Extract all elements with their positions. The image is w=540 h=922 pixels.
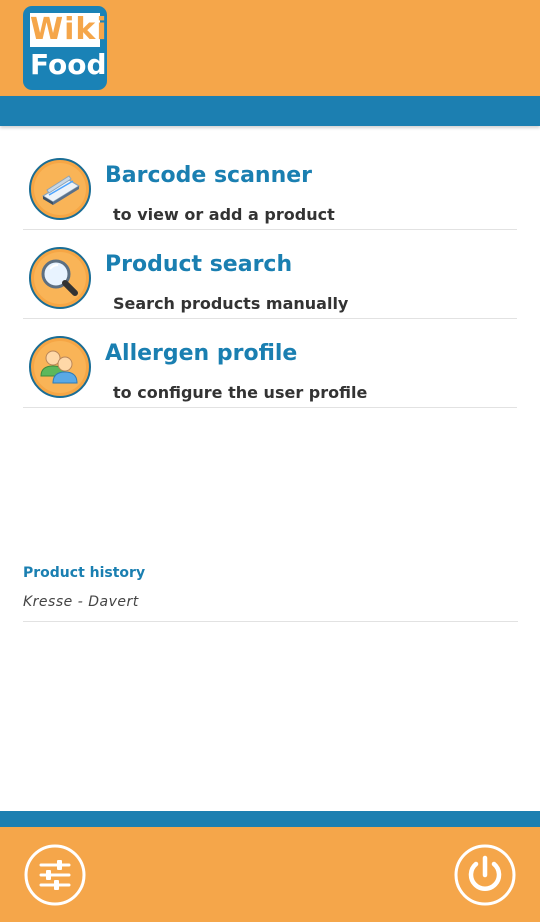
menu-item-barcode-scanner[interactable]: Barcode scanner to view or add a product bbox=[23, 141, 517, 230]
wikifood-logo: Wiki Food bbox=[23, 6, 107, 90]
menu-item-subtitle: to configure the user profile bbox=[113, 383, 368, 402]
scanner-icon bbox=[29, 158, 91, 220]
sliders-icon[interactable] bbox=[24, 844, 86, 906]
menu-item-title: Allergen profile bbox=[105, 341, 298, 366]
users-icon bbox=[29, 336, 91, 398]
history-item[interactable]: Kresse - Davert bbox=[23, 594, 139, 610]
power-icon[interactable] bbox=[454, 844, 516, 906]
logo-text-bottom: Food bbox=[30, 48, 107, 81]
menu-item-allergen-profile[interactable]: Allergen profile to configure the user p… bbox=[23, 319, 517, 408]
menu-item-title: Product search bbox=[105, 252, 293, 277]
app-header: Wiki Food bbox=[0, 0, 540, 96]
logo-text-top: Wiki bbox=[30, 12, 107, 47]
app-footer bbox=[0, 827, 540, 922]
menu-item-subtitle: Search products manually bbox=[113, 294, 349, 313]
product-history-title: Product history bbox=[23, 565, 146, 581]
menu-item-title: Barcode scanner bbox=[105, 163, 313, 188]
header-bar bbox=[0, 96, 540, 126]
menu-item-subtitle: to view or add a product bbox=[113, 205, 335, 224]
menu-item-product-search[interactable]: Product search Search products manually bbox=[23, 230, 517, 319]
product-history: Product history Kresse - Davert bbox=[23, 565, 518, 622]
footer-bar bbox=[0, 811, 540, 827]
magnifier-icon bbox=[29, 247, 91, 309]
